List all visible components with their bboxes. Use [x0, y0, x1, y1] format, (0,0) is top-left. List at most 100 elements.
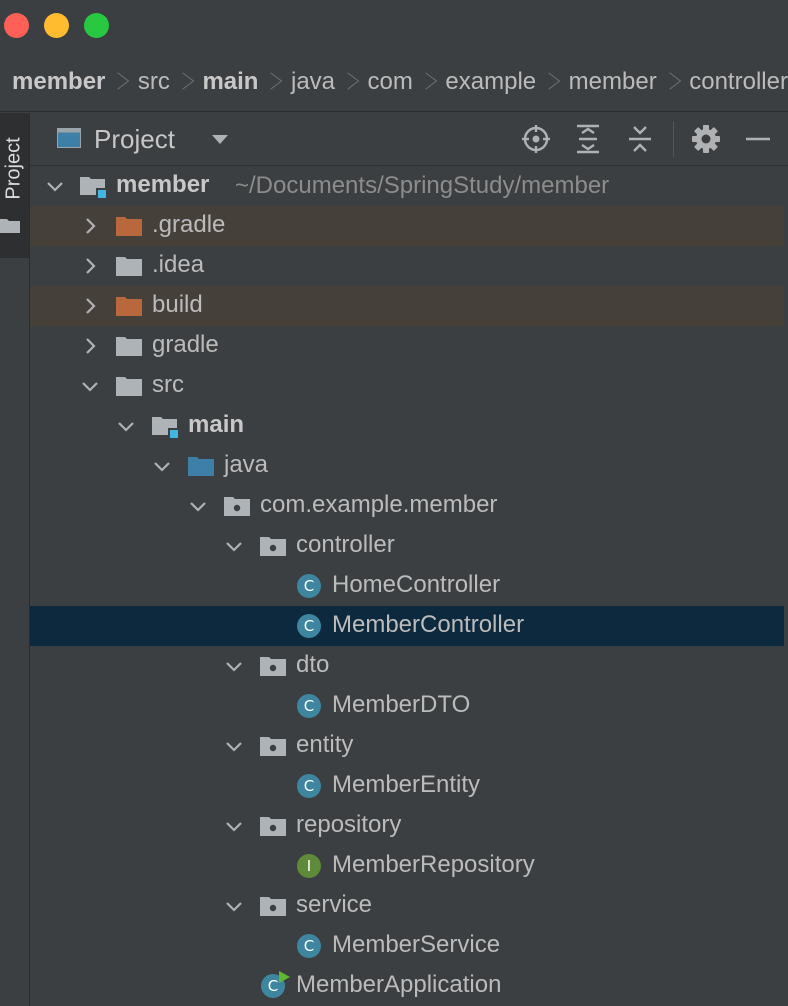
toolbar-divider: [673, 121, 674, 157]
breadcrumb-separator: [345, 69, 356, 95]
source-folder-icon: [188, 457, 214, 476]
package-icon: [260, 657, 286, 676]
tree-item-label: service: [296, 891, 373, 918]
module-folder-icon: [152, 417, 178, 438]
package-icon: [260, 737, 286, 756]
breadcrumb-item-controller[interactable]: controller: [689, 68, 788, 96]
folder-icon: [116, 257, 142, 276]
tree-item-controller[interactable]: controller: [30, 526, 784, 566]
package-icon: [224, 497, 250, 516]
tree-item-dto[interactable]: dto: [30, 646, 784, 686]
tree-item-src[interactable]: src: [30, 366, 784, 406]
breadcrumb-item-src[interactable]: src: [138, 68, 170, 96]
folder-icon: [0, 219, 20, 233]
tree-item-label: repository: [296, 811, 402, 838]
breadcrumb-separator: [180, 69, 191, 95]
chevron-down-icon[interactable]: [188, 496, 208, 516]
chevron-down-icon[interactable]: [116, 416, 136, 436]
folder-icon: [116, 337, 142, 356]
locate-icon[interactable]: [520, 123, 552, 155]
tree-item-label: .gradle: [152, 211, 226, 238]
chevron-right-icon[interactable]: [80, 256, 100, 276]
tree-item-label: com.example.member: [260, 491, 498, 518]
tree-item-label: MemberEntity: [332, 771, 481, 798]
breadcrumb-separator: [423, 69, 434, 95]
minimize-icon[interactable]: [742, 123, 774, 155]
chevron-down-icon[interactable]: [224, 896, 244, 916]
tree-item-build[interactable]: build: [30, 286, 784, 326]
breadcrumb-separator: [546, 69, 557, 95]
class-icon: C: [297, 694, 321, 718]
chevron-down-icon[interactable]: [212, 135, 228, 144]
breadcrumb-item-example[interactable]: example: [445, 68, 536, 96]
tree-item-label: dto: [296, 651, 330, 678]
tree-item-label: MemberRepository: [332, 851, 535, 878]
breadcrumb-item-com[interactable]: com: [368, 68, 413, 96]
breadcrumb-separator: [667, 69, 678, 95]
chevron-down-icon[interactable]: [224, 816, 244, 836]
project-view-icon: [57, 128, 81, 148]
chevron-right-icon[interactable]: [80, 336, 100, 356]
folder-excluded-icon: [116, 217, 142, 236]
tree-item-label: MemberController: [332, 611, 525, 638]
tree-item-com-example-member[interactable]: com.example.member: [30, 486, 784, 526]
tree-item-label: .idea: [152, 251, 205, 278]
tree-item-member-dto[interactable]: C MemberDTO: [30, 686, 784, 726]
tree-item-label: entity: [296, 731, 354, 758]
tree-item-label: controller: [296, 531, 395, 558]
breadcrumb-item-main[interactable]: main: [202, 68, 258, 96]
package-icon: [260, 537, 286, 556]
chevron-down-icon[interactable]: [80, 376, 100, 396]
tree-item-gradle-cache[interactable]: .gradle: [30, 206, 784, 246]
minimize-window-button[interactable]: [44, 13, 69, 38]
breadcrumb-separator: [268, 69, 279, 95]
tree-item-label: main: [188, 411, 245, 438]
left-tool-stripe: Project: [0, 113, 30, 1006]
tree-item-member-repository[interactable]: I MemberRepository: [30, 846, 784, 886]
tree-item-label: java: [224, 451, 269, 478]
tree-item-label: MemberService: [332, 931, 501, 958]
tree-item-repository[interactable]: repository: [30, 806, 784, 846]
tree-item-label: MemberDTO: [332, 691, 471, 718]
chevron-down-icon[interactable]: [224, 536, 244, 556]
chevron-down-icon[interactable]: [152, 456, 172, 476]
tree-item-java[interactable]: java: [30, 446, 784, 486]
tree-item-label: gradle: [152, 331, 219, 358]
tree-item-label: HomeController: [332, 571, 501, 598]
breadcrumb: member src main java com example member …: [0, 52, 788, 112]
tree-item-label: build: [152, 291, 203, 318]
breadcrumb-item-java[interactable]: java: [291, 68, 335, 96]
project-view-title[interactable]: Project: [94, 124, 175, 155]
chevron-right-icon[interactable]: [80, 216, 100, 236]
tree-item-home-controller[interactable]: C HomeController: [30, 566, 784, 606]
collapse-all-icon[interactable]: [624, 123, 656, 155]
interface-icon: I: [297, 854, 321, 878]
expand-all-icon[interactable]: [572, 123, 604, 155]
project-tree: member ~/Documents/SpringStudy/member .g…: [30, 166, 784, 1006]
tree-item-member-service[interactable]: C MemberService: [30, 926, 784, 966]
tree-item-member-root[interactable]: member ~/Documents/SpringStudy/member: [30, 166, 784, 206]
tree-item-main[interactable]: main: [30, 406, 784, 446]
tree-item-entity[interactable]: entity: [30, 726, 784, 766]
package-icon: [260, 897, 286, 916]
breadcrumb-item-member[interactable]: member: [12, 68, 105, 96]
tree-item-member-entity[interactable]: C MemberEntity: [30, 766, 784, 806]
zoom-window-button[interactable]: [84, 13, 109, 38]
tree-item-member-application[interactable]: C MemberApplication: [30, 966, 784, 1006]
gear-icon[interactable]: [690, 123, 722, 155]
breadcrumb-item-member-package[interactable]: member: [569, 68, 657, 96]
chevron-down-icon[interactable]: [224, 736, 244, 756]
breadcrumb-separator: [115, 69, 126, 95]
close-window-button[interactable]: [4, 13, 29, 38]
chevron-right-icon[interactable]: [80, 296, 100, 316]
tree-item-gradle[interactable]: gradle: [30, 326, 784, 366]
class-icon: C: [297, 614, 321, 638]
class-icon: C: [297, 774, 321, 798]
project-stripe-tab[interactable]: Project: [0, 113, 29, 258]
project-toolwindow-header: Project: [30, 113, 788, 166]
tree-item-idea[interactable]: .idea: [30, 246, 784, 286]
chevron-down-icon[interactable]: [224, 656, 244, 676]
tree-item-member-controller[interactable]: C MemberController: [30, 606, 784, 646]
chevron-down-icon[interactable]: [45, 176, 65, 196]
tree-item-service[interactable]: service: [30, 886, 784, 926]
